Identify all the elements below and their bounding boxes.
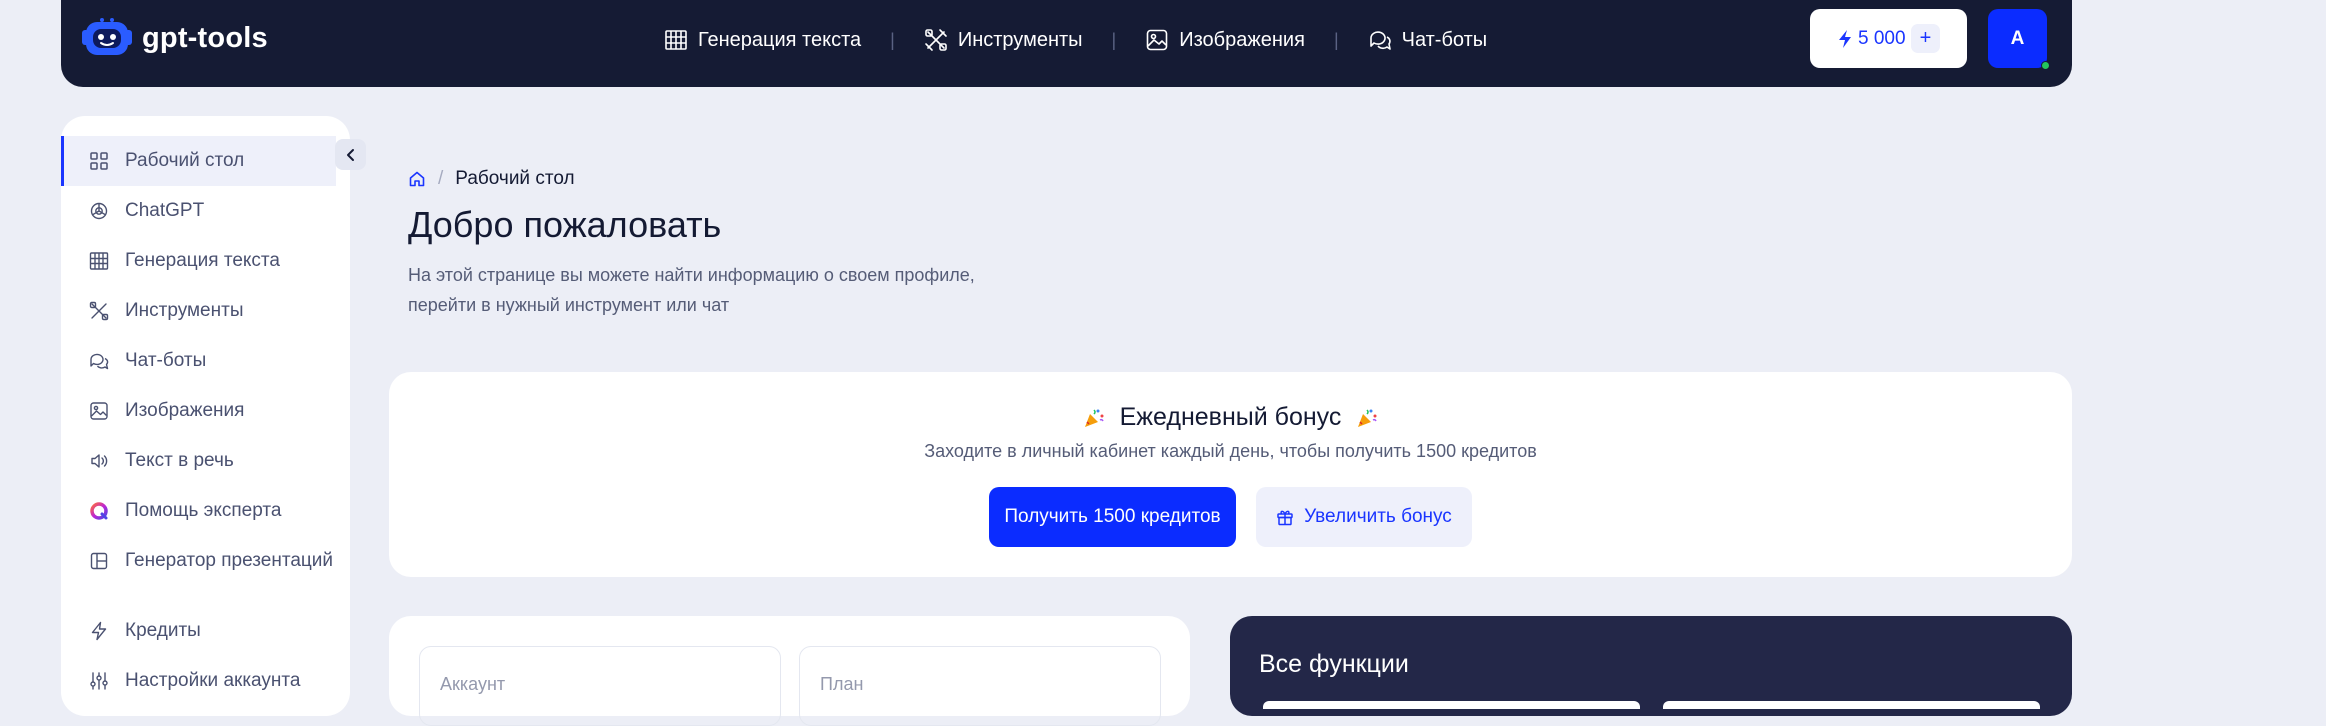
sidebar: Рабочий стол ChatGPT Генерация текста Ин… [61, 116, 350, 716]
avatar-letter: A [2010, 27, 2025, 49]
plan-card[interactable]: План [799, 646, 1161, 726]
account-card[interactable]: Аккаунт [419, 646, 781, 726]
sidebar-item-label: Изображения [125, 400, 245, 421]
chat-icon [1369, 31, 1391, 50]
all-features-card: Все функции [1230, 616, 2072, 716]
feature-tile[interactable] [1263, 701, 1640, 709]
page-subtitle-line: перейти в нужный инструмент или чат [408, 295, 730, 315]
account-label: Аккаунт [440, 674, 506, 694]
increase-bonus-button[interactable]: Увеличить бонус [1256, 487, 1472, 547]
breadcrumb-current: Рабочий стол [455, 168, 575, 189]
breadcrumb: / Рабочий стол [408, 168, 575, 190]
nav-label: Изображения [1179, 28, 1305, 51]
logo-text: gpt-tools [142, 21, 268, 54]
features-title: Все функции [1259, 650, 1409, 678]
main-nav: Генерация текста | Инструменты | Изображ… [664, 0, 1487, 80]
nav-divider: | [890, 29, 895, 50]
page-subtitle-line: На этой странице вы можете найти информа… [408, 265, 975, 285]
top-navbar: gpt-tools Генерация текста | Инструменты… [61, 0, 2072, 87]
gift-icon [1277, 510, 1293, 526]
sidebar-item-chatbots[interactable]: Чат-боты [61, 336, 350, 386]
nav-label: Генерация текста [698, 28, 862, 51]
nav-label: Инструменты [957, 28, 1083, 51]
text-grid-icon [89, 252, 109, 270]
nav-chatbots[interactable]: Чат-боты [1368, 28, 1488, 52]
increase-bonus-label: Увеличить бонус [1304, 506, 1452, 527]
presentation-icon [90, 552, 108, 570]
add-credits-button[interactable]: + [1911, 24, 1940, 53]
tools-icon [925, 29, 947, 51]
chevron-left-icon [346, 148, 354, 161]
sidebar-item-label: Настройки аккаунта [125, 670, 301, 691]
speaker-icon [91, 454, 108, 468]
profile-card: Аккаунт План [389, 616, 1190, 726]
tools-icon [89, 301, 109, 321]
sidebar-item-label: Рабочий стол [125, 150, 245, 171]
daily-bonus-card: Ежедневный бонус Заходите в личный кабин… [389, 372, 2072, 577]
sidebar-item-label: Генерация текста [125, 250, 280, 271]
feature-tile[interactable] [1663, 701, 2040, 709]
get-credits-button[interactable]: Получить 1500 кредитов [989, 487, 1236, 547]
sidebar-item-text-to-speech[interactable]: Текст в речь [61, 436, 350, 486]
bonus-title: Ежедневный бонус [1119, 403, 1342, 431]
sidebar-item-text-generation[interactable]: Генерация текста [61, 236, 350, 286]
chat-icon [90, 353, 109, 370]
nav-tools[interactable]: Инструменты [924, 28, 1083, 52]
bolt-icon [1839, 29, 1851, 48]
credits-balance[interactable]: 5 000 + [1810, 9, 1967, 68]
sidebar-item-label: Генератор презентаций [125, 550, 333, 571]
sidebar-item-label: Текст в речь [125, 450, 234, 471]
robot-logo-icon [82, 18, 132, 55]
sidebar-item-label: Чат-боты [125, 350, 207, 371]
bonus-subtitle: Заходите в личный кабинет каждый день, ч… [924, 441, 1537, 461]
online-status-dot [2041, 61, 2050, 70]
settings-sliders-icon [90, 672, 108, 690]
party-popper-icon [1084, 408, 1104, 427]
sidebar-item-account-settings[interactable]: Настройки аккаунта [61, 656, 350, 706]
sidebar-item-tools[interactable]: Инструменты [61, 286, 350, 336]
credits-value: 5 000 [1858, 27, 1906, 49]
nav-divider: | [1333, 29, 1339, 50]
sidebar-item-expert-help[interactable]: Помощь эксперта [61, 486, 350, 536]
text-grid-icon [665, 30, 687, 50]
sidebar-item-label: Инструменты [125, 300, 244, 321]
bolt-icon [91, 621, 107, 641]
bonus-title-row: Ежедневный бонус [389, 403, 2072, 432]
sidebar-item-label: ChatGPT [125, 200, 205, 221]
plan-label: План [820, 674, 864, 694]
page-subtitle: На этой странице вы можете найти информа… [408, 260, 1028, 320]
sidebar-item-credits[interactable]: Кредиты [61, 606, 350, 656]
sidebar-item-dashboard[interactable]: Рабочий стол [61, 136, 336, 186]
sidebar-collapse-button[interactable] [335, 139, 366, 170]
home-icon[interactable] [408, 170, 426, 188]
page-title: Добро пожаловать [408, 204, 722, 245]
sidebar-item-images[interactable]: Изображения [61, 386, 350, 436]
nav-images[interactable]: Изображения [1145, 28, 1305, 52]
dashboard-icon [90, 152, 108, 170]
image-icon [1146, 29, 1168, 51]
sidebar-item-presentation-generator[interactable]: Генератор презентаций [61, 536, 350, 586]
nav-text-generation[interactable]: Генерация текста [664, 28, 861, 52]
user-avatar[interactable]: A [1988, 9, 2050, 70]
sidebar-item-label: Кредиты [125, 620, 201, 641]
logo[interactable]: gpt-tools [82, 17, 268, 59]
nav-label: Чат-боты [1401, 28, 1488, 51]
breadcrumb-separator: / [438, 168, 444, 189]
openai-icon [90, 202, 108, 220]
image-icon [90, 402, 108, 420]
expert-icon [90, 502, 108, 520]
nav-divider: | [1111, 29, 1117, 50]
party-popper-icon [1358, 408, 1378, 427]
sidebar-item-label: Помощь эксперта [125, 500, 282, 521]
sidebar-item-chatgpt[interactable]: ChatGPT [61, 186, 350, 236]
